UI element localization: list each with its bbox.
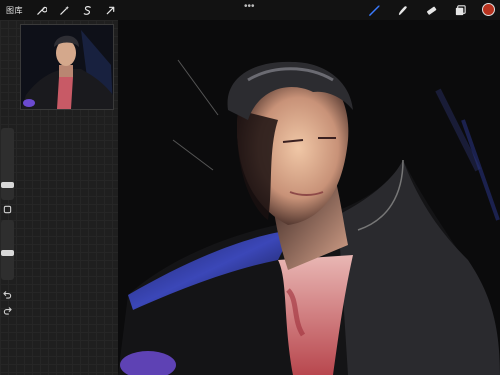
sidebar [0,128,15,318]
transform-arrow-icon[interactable] [102,2,118,18]
layers-icon[interactable] [452,2,468,18]
brush-icon[interactable] [366,2,382,18]
magic-wand-icon[interactable] [56,2,72,18]
brush-size-slider-knob[interactable] [1,182,14,188]
brush-size-slider[interactable] [1,128,14,200]
more-options-button[interactable]: ••• [244,1,255,12]
wrench-icon[interactable] [33,2,49,18]
undo-icon[interactable] [1,288,14,301]
gallery-button[interactable]: 图库 [6,5,26,16]
color-swatch[interactable] [482,3,495,16]
square-modify-icon[interactable] [1,203,14,216]
top-toolbar: 图库 ••• [0,0,500,20]
artwork-canvas[interactable] [118,20,500,375]
selection-s-icon[interactable] [79,2,95,18]
brush-opacity-slider[interactable] [1,220,14,280]
brush-opacity-slider-knob[interactable] [1,250,14,256]
smudge-icon[interactable] [394,2,410,18]
reference-thumbnail[interactable] [20,24,114,110]
redo-icon[interactable] [1,304,14,317]
eraser-icon[interactable] [423,2,439,18]
